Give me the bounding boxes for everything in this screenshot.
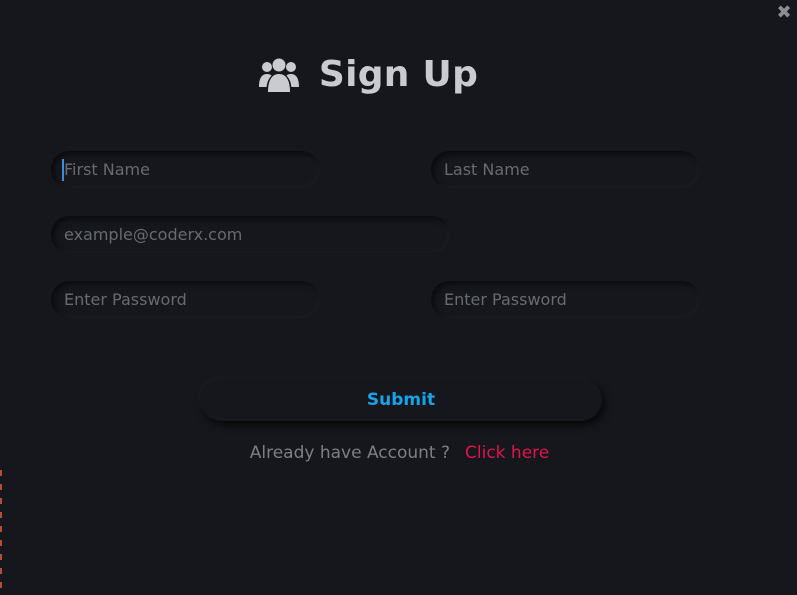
first-name-input[interactable] [62, 159, 320, 180]
users-icon [258, 58, 299, 92]
login-prompt-text: Already have Account ? [249, 443, 451, 463]
confirm-password-field[interactable] [431, 281, 700, 318]
close-icon[interactable]: ✖ [776, 4, 792, 22]
text-caret [62, 159, 64, 181]
last-name-input[interactable] [442, 159, 700, 180]
email-field[interactable] [51, 216, 450, 253]
email-input[interactable] [62, 224, 450, 245]
login-prompt: Already have Account ? Click here [0, 443, 797, 463]
page-title: Sign Up [318, 54, 479, 95]
login-link[interactable]: Click here [465, 443, 549, 463]
first-name-field[interactable] [51, 151, 320, 188]
signup-header: Sign Up [0, 54, 797, 95]
password-input[interactable] [62, 289, 320, 310]
last-name-field[interactable] [431, 151, 700, 188]
submit-button[interactable]: Submit [200, 379, 602, 421]
signup-window: ✖ Sign Up Submit Already have Accou [0, 0, 797, 595]
password-field[interactable] [51, 281, 320, 318]
edge-decoration [0, 470, 2, 590]
confirm-password-input[interactable] [442, 289, 700, 310]
